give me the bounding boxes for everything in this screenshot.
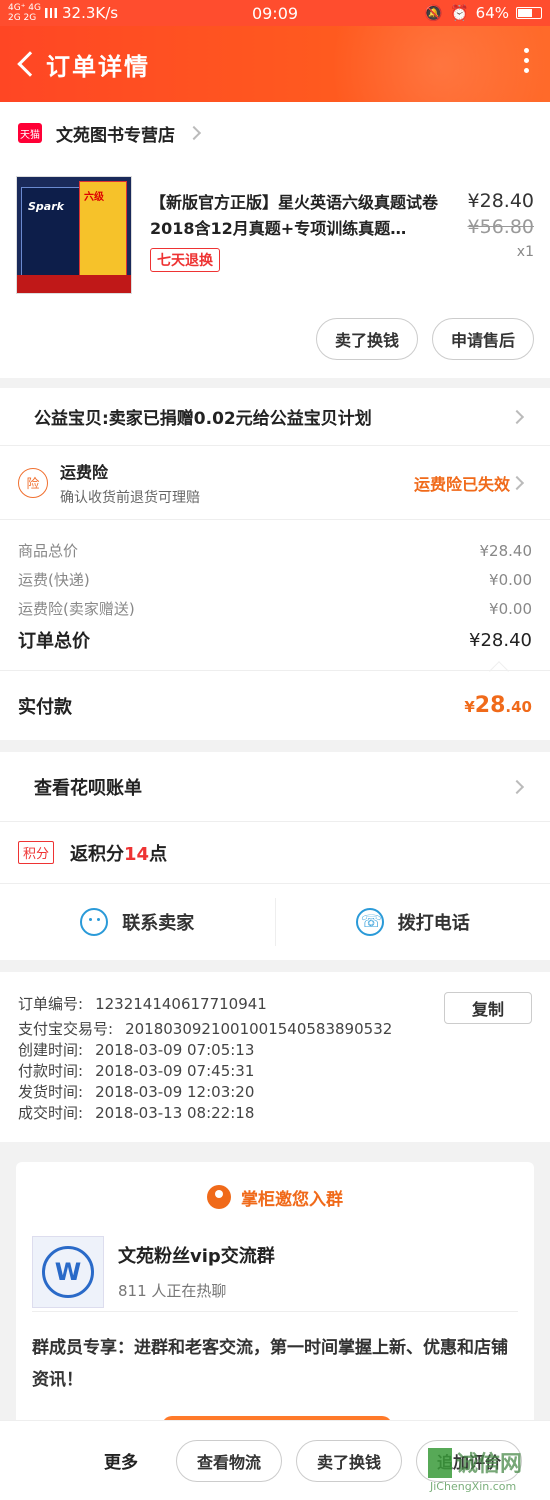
product-item[interactable]: Spark 六级 【新版官方正版】星火英语六级真题试卷2018含12月真题+专项… [0,164,550,314]
return-badge: 七天退换 [150,248,220,272]
chevron-right-icon [509,475,525,490]
product-thumbnail[interactable]: Spark 六级 [16,176,132,294]
product-title: 【新版官方正版】星火英语六级真题试卷2018含12月真题+专项训练真题… [150,193,439,238]
shipping-insurance-row[interactable]: 险 运费险 确认收货前退货可理赔 运费险已失效 [0,446,550,520]
insurance-status: 运费险已失效 [413,474,510,494]
points-row: 积分 返积分14点 [0,822,550,884]
order-total-value: ¥28.40 [469,629,532,651]
points-badge: 积分 [18,841,55,864]
original-price: ¥56.80 [467,216,534,238]
insurance-subtitle: 确认收货前退货可理赔 [60,489,200,506]
product-price: ¥28.40 [467,190,534,212]
summary-row: 商品总价 ¥28.40 [18,536,532,565]
summary-value: ¥28.40 [479,541,533,560]
contact-seller-button[interactable]: 联系卖家 [0,884,275,960]
call-button[interactable]: 拨打电话 [276,884,550,960]
huabei-text: 查看花呗账单 [34,777,142,799]
more-button[interactable]: 更多 [104,1448,138,1473]
chevron-right-icon [509,409,525,424]
charity-row[interactable]: 公益宝贝:卖家已捐赠0.02元给公益宝贝计划 [0,388,550,446]
group-description: 群成员专享：进群和老客交流，第一时间掌握上新、优惠和店铺资讯！ [32,1338,508,1390]
chevron-right-icon [509,779,525,794]
store-row[interactable]: 天猫 文苑图书专营店 [0,102,550,164]
thumb-text-left: Spark [28,200,64,213]
points-text: 返积分14点 [70,843,168,865]
sell-button-bottom[interactable]: 卖了换钱 [296,1439,403,1482]
page-title: 订单详情 [46,52,150,81]
phone-icon [355,908,384,936]
paid-label: 实付款 [18,696,72,718]
order-info-row: 发货时间: 2018-03-09 12:03:20 [18,1083,255,1101]
call-label: 拨打电话 [397,913,470,934]
order-info-row: 付款时间: 2018-03-09 07:45:31 [18,1062,255,1080]
sell-button[interactable]: 卖了换钱 [315,318,418,360]
summary-label: 运费险(卖家赠送) [18,600,135,618]
clock: 09:09 [251,3,299,23]
summary-label: 商品总价 [18,542,79,560]
order-total-row: 订单总价 ¥28.40 [18,623,532,657]
summary-value: ¥0.00 [489,570,532,589]
insurance-icon: 险 [18,467,48,498]
contact-row: 联系卖家 拨打电话 [0,884,550,960]
group-invite-card: 掌柜邀您入群 W 文苑粉丝vip交流群 811 人正在热聊 群成员专享：进群和老… [16,1162,534,1432]
group-info[interactable]: W 文苑粉丝vip交流群 811 人正在热聊 [32,1232,518,1312]
order-total-label: 订单总价 [18,631,90,652]
battery-icon [516,7,542,19]
group-member-count: 811 人正在热聊 [118,1282,227,1300]
summary-label: 运费(快递) [18,571,90,589]
paid-row: 实付款 ¥28.40 [0,670,550,740]
summary-row: 运费(快递) ¥0.00 [18,565,532,594]
watermark-logo: 诚信网 JiChengXin.com [428,1444,544,1496]
chevron-right-icon [186,125,202,141]
product-quantity: x1 [516,244,534,260]
order-info-row: 成交时间: 2018-03-13 08:22:18 [18,1104,255,1122]
app-header: 订单详情 [0,26,550,102]
after-sale-button[interactable]: 申请售后 [431,318,534,360]
group-icon [207,1185,231,1209]
group-heading-text: 掌柜邀您入群 [241,1189,343,1210]
summary-value: ¥0.00 [489,599,532,618]
group-heading: 掌柜邀您入群 [16,1162,534,1232]
copy-button[interactable]: 复制 [444,992,532,1024]
price-summary: 商品总价 ¥28.40 运费(快递) ¥0.00 运费险(卖家赠送) ¥0.00… [0,520,550,740]
store-card: 天猫 文苑图书专营店 Spark 六级 【新版官方正版】星火英语六级真题试卷20… [0,102,550,378]
group-name: 文苑粉丝vip交流群 [118,1246,275,1267]
back-icon[interactable] [6,34,46,94]
status-bar: 4G⁺ 4G 2G 2G 32.3K/s 09:09 🔕 ⏰ 64% [0,0,550,26]
tmall-icon: 天猫 [18,123,42,143]
group-logo: W [32,1235,104,1308]
view-logistics-button[interactable]: 查看物流 [176,1439,283,1482]
paid-amount: ¥28.40 [464,693,532,718]
insurance-title: 运费险 [60,462,109,482]
more-menu-icon[interactable] [522,48,530,73]
store-name: 文苑图书专营店 [56,125,175,146]
contact-seller-label: 联系卖家 [122,913,195,934]
charity-text: 公益宝贝:卖家已捐赠0.02元给公益宝贝计划 [34,409,372,429]
order-info: 订单编号: 123214140617710941 支付宝交易号: 201803092… [0,972,550,1142]
order-info-row: 创建时间: 2018-03-09 07:05:13 [18,1041,255,1059]
huabei-bill-row[interactable]: 查看花呗账单 [0,752,550,822]
thumb-text-right: 六级 [84,192,104,203]
summary-row: 运费险(卖家赠送) ¥0.00 [18,594,532,623]
chat-icon [80,908,109,936]
